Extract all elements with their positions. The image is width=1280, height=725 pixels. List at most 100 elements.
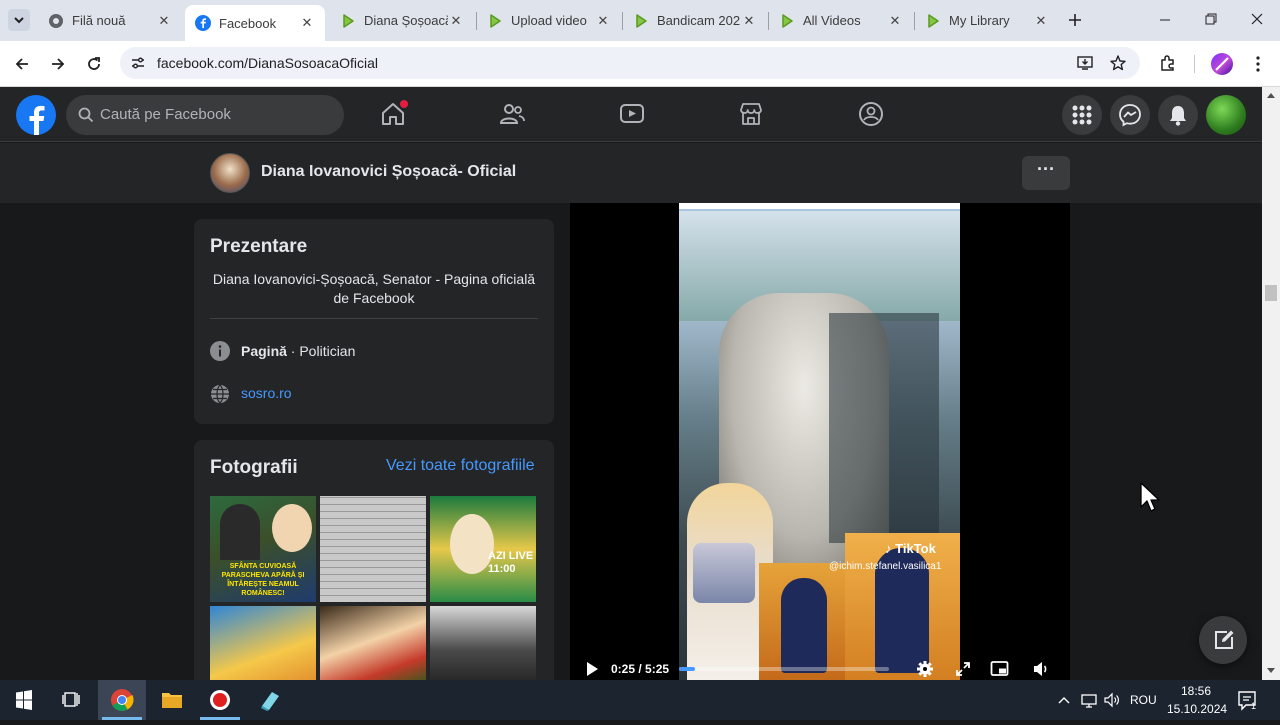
intro-title: Prezentare [210,236,308,257]
intro-card: Prezentare Diana Iovanovici-Șoșoacă, Sen… [194,219,554,424]
search-input[interactable]: Caută pe Facebook [66,95,344,135]
more-options-button[interactable]: ··· [1022,156,1070,190]
new-message-button[interactable] [1199,616,1247,664]
chrome-icon [111,689,134,711]
account-avatar[interactable] [1206,95,1246,135]
rumble-icon [928,13,939,28]
restore-button[interactable] [1196,10,1226,30]
action-center-button[interactable]: 1 [1232,688,1262,714]
close-icon[interactable]: ✕ [887,13,903,29]
close-icon[interactable]: ✕ [299,15,315,31]
address-bar[interactable]: facebook.com/DianaSosoacaOficial [120,47,1140,79]
volume-icon[interactable] [1103,691,1121,709]
volume-icon[interactable] [1032,660,1050,678]
tab-label: Diana Șoșoacă [364,13,448,28]
globe-icon [211,384,229,404]
photo-thumb[interactable] [430,606,536,686]
page-scrollbar[interactable] [1262,87,1280,680]
minimize-icon [1160,19,1170,21]
rumble-icon [343,13,354,28]
close-icon[interactable]: ✕ [595,13,611,29]
video-progress-track[interactable] [679,667,889,671]
taskbar-app[interactable] [246,680,294,720]
tab-facebook[interactable]: Facebook ✕ [185,5,325,41]
photo-thumb[interactable]: SFÂNTA CUVIOASĂ PARASCHEVA APĂRĂ ȘI ÎNTĂ… [210,496,316,602]
marketplace-icon[interactable] [738,101,764,127]
scroll-down-arrow-icon[interactable] [1266,667,1276,675]
windows-taskbar: ROU 18:56 15.10.2024 1 [0,680,1280,720]
tab-rumble-5[interactable]: My Library ✕ [915,4,1059,37]
video-icon[interactable] [619,101,645,127]
intro-description: Diana Iovanovici-Șoșoacă, Senator - Pagi… [212,271,536,306]
video-player[interactable]: ♪ TikTok @ichim.stefanel.vasilica1 0:25 … [570,203,1070,680]
reload-icon[interactable] [84,54,104,74]
restore-icon [1205,13,1217,25]
tab-rumble-3[interactable]: Bandicam 202 ✕ [623,4,767,37]
facebook-icon [16,95,56,135]
website-link[interactable]: sosro.ro [241,385,292,401]
back-arrow-icon[interactable] [12,54,32,74]
close-window-button[interactable] [1242,10,1272,30]
task-view-icon [62,692,80,707]
photo-thumb[interactable]: AZI LIVE 11:00 [430,496,536,602]
task-view-button[interactable] [48,680,96,720]
photo-thumb[interactable] [320,496,426,602]
see-all-photos-link[interactable]: Vezi toate fotografiile [386,457,535,475]
info-icon [210,341,230,361]
friends-icon[interactable] [499,101,525,127]
taskbar-bandicam[interactable] [196,680,244,720]
browser-menu-icon[interactable] [1248,54,1268,74]
clock-date[interactable]: 15.10.2024 [1167,702,1227,716]
page-title: Diana Iovanovici Șoșoacă- Oficial [261,163,517,180]
tab-new-tab[interactable]: Filă nouă ✕ [38,4,182,37]
tab-search-button[interactable] [8,9,30,31]
page-avatar[interactable] [210,153,250,193]
forward-arrow-icon[interactable] [48,54,68,74]
facebook-logo[interactable] [16,95,56,135]
photo-thumb[interactable] [210,606,316,686]
notification-count-badge: 1 [1251,701,1257,711]
extensions-icon[interactable] [1158,53,1178,73]
menu-button[interactable] [1062,95,1102,135]
browser-toolbar: facebook.com/DianaSosoacaOficial [0,41,1280,87]
scrollbar-thumb[interactable] [1265,285,1277,301]
notifications-button[interactable] [1158,95,1198,135]
taskbar-chrome[interactable] [98,680,146,720]
tab-rumble-1[interactable]: Diana Șoșoacă ✕ [330,4,474,37]
settings-gear-icon[interactable] [916,660,934,678]
close-icon[interactable]: ✕ [741,13,757,29]
gaming-icon[interactable] [858,101,884,127]
mini-player-icon[interactable] [990,660,1010,678]
taskbar-file-explorer[interactable] [148,680,196,720]
input-language[interactable]: ROU [1130,693,1157,707]
expand-icon[interactable] [955,661,971,677]
close-icon [1251,13,1263,25]
clock-time[interactable]: 18:56 [1181,684,1211,698]
play-icon[interactable] [584,661,600,677]
install-app-icon[interactable] [1076,54,1094,72]
new-tab-button[interactable] [1064,9,1086,31]
scroll-up-arrow-icon[interactable] [1266,91,1276,99]
photo-thumb[interactable] [320,606,426,686]
tab-label: Facebook [219,15,277,31]
start-button[interactable] [0,680,48,720]
site-settings-icon[interactable] [130,55,146,71]
record-icon [210,690,230,710]
bookmark-star-icon[interactable] [1109,54,1127,72]
messenger-icon [1119,104,1141,127]
close-icon[interactable]: ✕ [1033,13,1049,29]
tab-rumble-4[interactable]: All Videos ✕ [769,4,913,37]
chevron-down-icon [14,17,24,24]
show-hidden-icons-chevron-icon[interactable] [1057,694,1071,706]
tab-label: Upload video [511,13,587,28]
tab-rumble-2[interactable]: Upload video ✕ [477,4,621,37]
category-bold: Pagină [241,343,287,359]
video-progress-fill [679,667,696,671]
minimize-button[interactable] [1150,10,1180,30]
chrome-icon [49,13,63,28]
network-icon[interactable] [1080,691,1098,709]
profile-avatar[interactable] [1211,53,1233,75]
close-icon[interactable]: ✕ [156,13,172,29]
close-icon[interactable]: ✕ [448,13,464,29]
messenger-button[interactable] [1110,95,1150,135]
